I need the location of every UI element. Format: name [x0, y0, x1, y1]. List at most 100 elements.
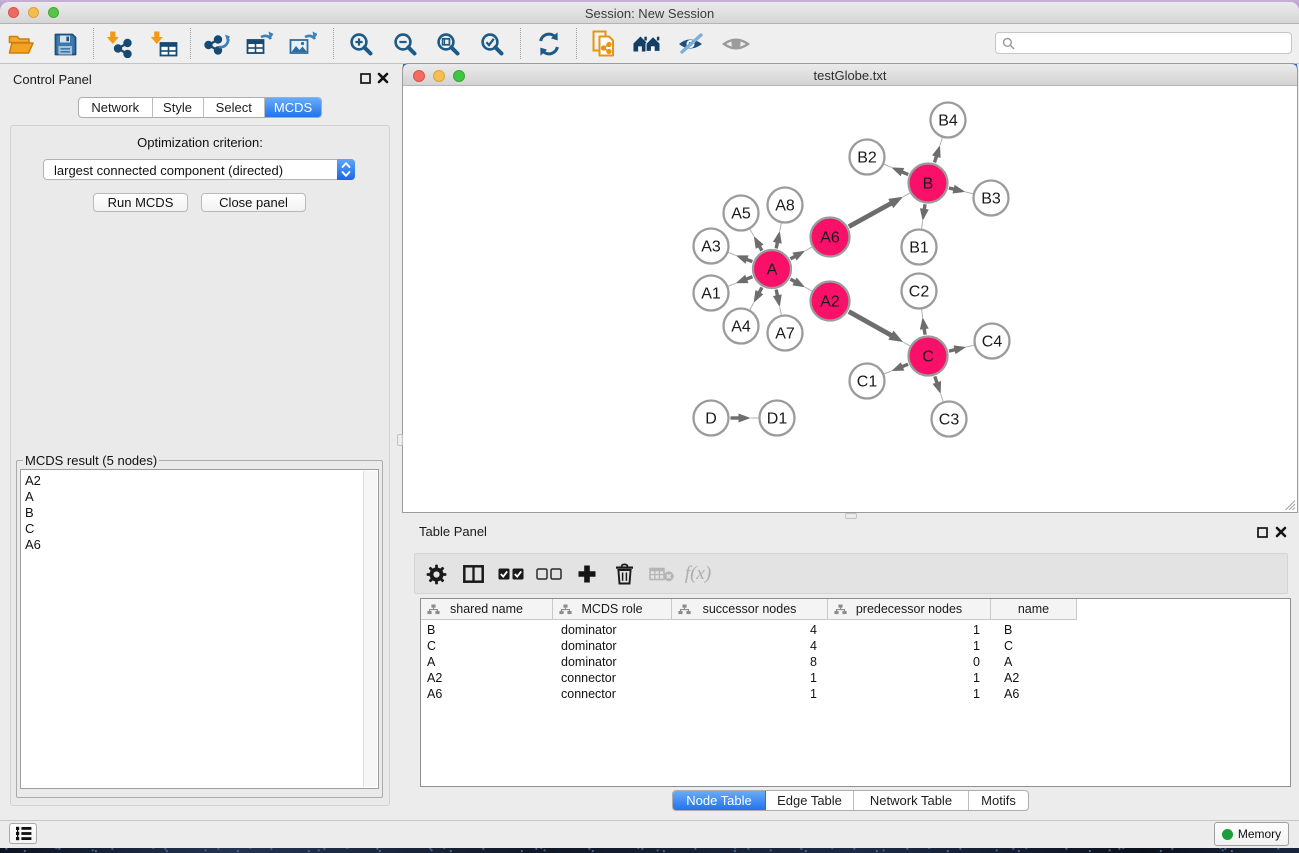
edge-C-C3[interactable] [935, 376, 937, 383]
select-all-columns-button[interactable] [496, 562, 526, 586]
cell[interactable]: B [421, 622, 553, 638]
criterion-select-stepper[interactable] [337, 159, 355, 180]
cell[interactable]: B [991, 622, 1077, 638]
run-mcds-button[interactable]: Run MCDS [93, 193, 188, 212]
zoom-selected-button[interactable] [478, 30, 506, 58]
edge-A-A7[interactable] [776, 290, 777, 297]
table-row[interactable]: A6connector11A6 [421, 686, 1290, 702]
cell[interactable]: connector [553, 670, 672, 686]
cell[interactable]: 0 [828, 654, 991, 670]
cell[interactable]: C [991, 638, 1077, 654]
edge-B-B2[interactable] [901, 172, 908, 175]
cell[interactable]: A6 [421, 686, 553, 702]
tab-mcds[interactable]: MCDS [265, 98, 321, 117]
column-header-name[interactable]: name [991, 599, 1077, 620]
memory-button[interactable]: Memory [1214, 822, 1289, 846]
edge-A2-C[interactable] [849, 312, 892, 336]
table-row[interactable]: Bdominator41B [421, 622, 1290, 638]
delete-column-button[interactable] [609, 562, 639, 586]
table-row[interactable]: Adominator80A [421, 654, 1290, 670]
result-list-scrollbar[interactable] [363, 471, 377, 787]
cell[interactable]: 1 [828, 638, 991, 654]
import-table-button[interactable] [150, 30, 178, 58]
unselect-all-columns-button[interactable] [534, 562, 564, 586]
cell[interactable]: connector [553, 686, 672, 702]
create-column-button[interactable] [572, 562, 602, 586]
column-header-shared-name[interactable]: shared name [421, 599, 553, 620]
cell[interactable]: A [991, 654, 1077, 670]
export-image-button[interactable] [289, 30, 317, 58]
cell[interactable]: 1 [828, 622, 991, 638]
open-session-button[interactable] [7, 30, 35, 58]
cell[interactable]: 8 [672, 654, 828, 670]
save-session-button[interactable] [51, 30, 79, 58]
cell[interactable]: 4 [672, 638, 828, 654]
splitter-handle-left[interactable] [397, 434, 403, 446]
show-all-button[interactable] [722, 30, 750, 58]
cell[interactable]: C [421, 638, 553, 654]
function-builder-button-disabled[interactable]: f(x) [683, 562, 713, 586]
control-panel-close-button[interactable] [376, 71, 390, 85]
cell[interactable]: 1 [828, 686, 991, 702]
refresh-button[interactable] [535, 30, 563, 58]
edge-A-A8[interactable] [776, 242, 777, 249]
edge-C-C1[interactable] [902, 364, 908, 367]
table-row[interactable]: A2connector11A2 [421, 670, 1290, 686]
cell[interactable]: 4 [672, 622, 828, 638]
network-canvas[interactable]: AA1A3A5A8A4A7A6A2BB2B4B3B1CC2C4C1C3DD1 [403, 86, 1297, 511]
criterion-select[interactable]: largest connected component (directed) [43, 159, 355, 180]
zoom-in-button[interactable] [347, 30, 375, 58]
cell[interactable]: 1 [828, 670, 991, 686]
delete-table-button-disabled[interactable] [646, 562, 676, 586]
result-item[interactable]: B [21, 505, 364, 521]
mcds-result-list[interactable]: A2ABCA6 [20, 469, 379, 789]
column-header-predecessor-nodes[interactable]: predecessor nodes [828, 599, 991, 620]
column-header-successor-nodes[interactable]: successor nodes [672, 599, 828, 620]
import-network-button[interactable] [106, 30, 134, 58]
tab-node-table[interactable]: Node Table [673, 791, 766, 810]
tab-style[interactable]: Style [153, 98, 204, 117]
cell[interactable]: dominator [553, 654, 672, 670]
tab-edge-table[interactable]: Edge Table [766, 791, 854, 810]
tab-motifs[interactable]: Motifs [969, 791, 1028, 810]
hide-selected-button[interactable] [677, 30, 705, 58]
tab-network-table[interactable]: Network Table [854, 791, 969, 810]
edge-A-A1[interactable] [746, 277, 753, 280]
resize-grip-icon[interactable] [1283, 498, 1296, 511]
splitter-handle-bottom[interactable] [845, 513, 857, 519]
table-row[interactable]: Cdominator41C [421, 638, 1290, 654]
table-panel-float-button[interactable] [1255, 525, 1269, 539]
duplicate-network-button[interactable] [590, 30, 618, 58]
tab-network[interactable]: Network [79, 98, 153, 117]
show-column-panel-button[interactable] [458, 562, 488, 586]
cell[interactable]: dominator [553, 622, 672, 638]
tab-select[interactable]: Select [204, 98, 266, 117]
search-field[interactable] [995, 32, 1292, 54]
export-network-button[interactable] [203, 30, 231, 58]
cell[interactable]: dominator [553, 638, 672, 654]
cell[interactable]: 1 [672, 686, 828, 702]
cell[interactable]: 1 [672, 670, 828, 686]
edge-B-B4[interactable] [935, 156, 937, 163]
task-history-button[interactable] [9, 823, 37, 844]
close-panel-button[interactable]: Close panel [201, 193, 306, 212]
cell[interactable]: A6 [991, 686, 1077, 702]
cell[interactable]: A [421, 654, 553, 670]
edge-A-A3[interactable] [746, 259, 752, 261]
result-item[interactable]: A [21, 489, 364, 505]
result-item[interactable]: C [21, 521, 364, 537]
column-header-MCDS-role[interactable]: MCDS role [553, 599, 672, 620]
zoom-out-button[interactable] [391, 30, 419, 58]
table-settings-button[interactable] [421, 562, 451, 586]
result-item[interactable]: A2 [21, 473, 364, 489]
export-table-button[interactable] [246, 30, 274, 58]
home-button[interactable] [633, 30, 661, 58]
cell[interactable]: A2 [421, 670, 553, 686]
zoom-fit-button[interactable] [434, 30, 462, 58]
table-panel-close-button[interactable] [1274, 525, 1288, 539]
cell[interactable]: A2 [991, 670, 1077, 686]
result-item[interactable]: A6 [21, 537, 364, 553]
edge-A6-B[interactable] [849, 203, 892, 227]
edge-C-C4[interactable] [949, 350, 956, 352]
control-panel-float-button[interactable] [358, 71, 372, 85]
